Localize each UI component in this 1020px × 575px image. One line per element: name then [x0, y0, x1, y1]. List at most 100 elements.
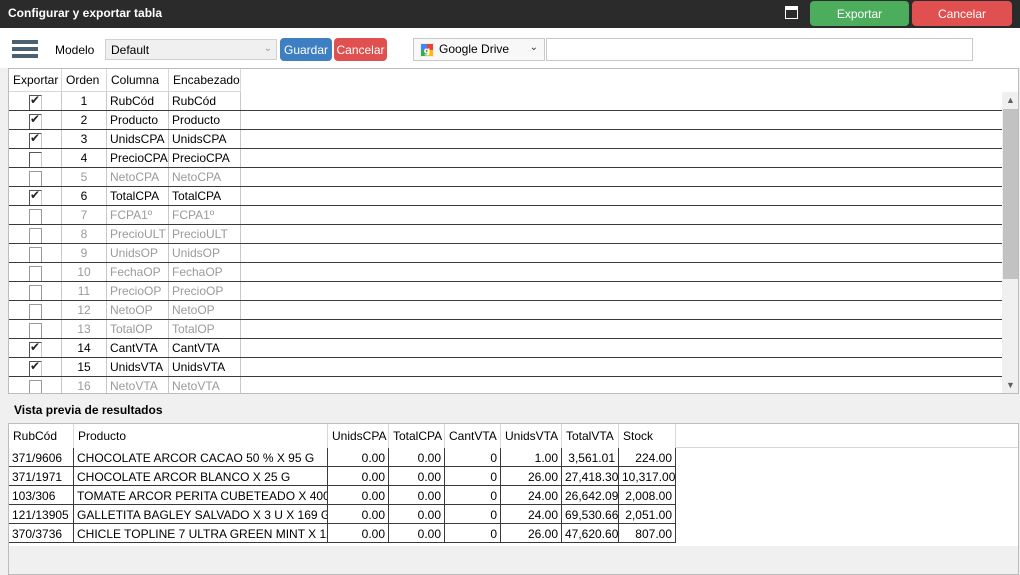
header-orden[interactable]: Orden: [62, 69, 107, 92]
order-cell[interactable]: 11: [62, 282, 107, 300]
header-cell[interactable]: TotalCPA: [169, 187, 241, 205]
order-cell[interactable]: 15: [62, 358, 107, 376]
export-checkbox[interactable]: [29, 247, 42, 262]
maximize-window-icon[interactable]: [785, 6, 798, 19]
export-checkbox[interactable]: [29, 190, 42, 205]
order-cell[interactable]: 8: [62, 225, 107, 243]
header-cell[interactable]: NetoVTA: [169, 377, 241, 393]
config-row[interactable]: 16 NetoVTA NetoVTA: [9, 377, 1002, 393]
header-cell[interactable]: TotalOP: [169, 320, 241, 338]
preview-header-unidsvta[interactable]: UnidsVTA: [501, 424, 562, 448]
export-checkbox[interactable]: [29, 361, 42, 376]
preview-header-totalvta[interactable]: TotalVTA: [562, 424, 619, 448]
modelo-select[interactable]: Default ⌄: [105, 39, 277, 60]
columns-config-grid: Exportar Orden Columna Encabezado 1 RubCó…: [8, 68, 1019, 394]
export-checkbox[interactable]: [29, 304, 42, 319]
preview-header-unidscpa[interactable]: UnidsCPA: [328, 424, 389, 448]
config-row[interactable]: 12 NetoOP NetoOP: [9, 301, 1002, 320]
export-checkbox[interactable]: [29, 209, 42, 224]
table-row[interactable]: 103/306 TOMATE ARCOR PERITA CUBETEADO X 4…: [9, 486, 676, 505]
order-cell[interactable]: 16: [62, 377, 107, 393]
producto-cell: GALLETITA BAGLEY SALVADO X 3 U X 169 G: [74, 505, 328, 524]
config-row[interactable]: 14CantVTACantVTA: [9, 339, 1002, 358]
order-cell[interactable]: 10: [62, 263, 107, 281]
cancel-model-button[interactable]: Cancelar: [334, 38, 387, 61]
config-row[interactable]: 9 UnidsOP UnidsOP: [9, 244, 1002, 263]
title-bar: Configurar y exportar tabla Exportar Can…: [0, 0, 1020, 28]
export-button[interactable]: Exportar: [810, 1, 909, 26]
header-cell[interactable]: RubCód: [169, 92, 241, 110]
config-row[interactable]: 4 PrecioCPA PrecioCPA: [9, 149, 1002, 168]
header-cell[interactable]: PrecioCPA: [169, 149, 241, 167]
table-row[interactable]: 371/1971 CHOCOLATE ARCOR BLANCO X 25 G 0.0…: [9, 467, 676, 486]
config-row[interactable]: 11 PrecioOP PrecioOP: [9, 282, 1002, 301]
header-cell[interactable]: CantVTA: [169, 339, 241, 357]
header-cell[interactable]: UnidsCPA: [169, 130, 241, 148]
header-cell[interactable]: FCPA1º: [169, 206, 241, 224]
order-cell[interactable]: 13: [62, 320, 107, 338]
export-checkbox[interactable]: [29, 266, 42, 281]
header-cell[interactable]: UnidsVTA: [169, 358, 241, 376]
save-model-button[interactable]: Guardar: [280, 38, 332, 61]
export-checkbox[interactable]: [29, 342, 42, 357]
order-cell[interactable]: 12: [62, 301, 107, 319]
preview-header-cantvta[interactable]: CantVTA: [445, 424, 501, 448]
header-cell[interactable]: PrecioULT: [169, 225, 241, 243]
header-cell[interactable]: UnidsOP: [169, 244, 241, 262]
order-cell[interactable]: 14: [62, 339, 107, 357]
config-row[interactable]: 13 TotalOP TotalOP: [9, 320, 1002, 339]
config-row[interactable]: 15UnidsVTAUnidsVTA: [9, 358, 1002, 377]
header-cell[interactable]: NetoOP: [169, 301, 241, 319]
preview-header-producto[interactable]: Producto: [74, 424, 328, 448]
order-cell[interactable]: 1: [62, 92, 107, 110]
header-cell[interactable]: Producto: [169, 111, 241, 129]
producto-cell: CHICLE TOPLINE 7 ULTRA GREEN MINT X 12 U: [74, 524, 328, 543]
order-cell[interactable]: 3: [62, 130, 107, 148]
cancel-export-button[interactable]: Cancelar: [912, 1, 1012, 26]
order-cell[interactable]: 9: [62, 244, 107, 262]
scroll-thumb[interactable]: [1003, 109, 1018, 279]
preview-header-rubcod[interactable]: RubCód: [9, 424, 74, 448]
scroll-down-icon[interactable]: ▼: [1002, 377, 1018, 393]
destination-select[interactable]: g Google Drive ⌄: [413, 38, 545, 61]
destination-path-input[interactable]: [546, 38, 973, 61]
scroll-up-icon[interactable]: ▲: [1002, 92, 1018, 109]
table-row[interactable]: 370/3736 CHICLE TOPLINE 7 ULTRA GREEN MIN…: [9, 524, 676, 543]
export-checkbox[interactable]: [29, 133, 42, 148]
export-checkbox[interactable]: [29, 323, 42, 338]
config-row[interactable]: 10 FechaOP FechaOP: [9, 263, 1002, 282]
export-checkbox[interactable]: [29, 228, 42, 243]
config-row[interactable]: 5 NetoCPA NetoCPA: [9, 168, 1002, 187]
config-grid-scrollbar[interactable]: ▲ ▼: [1002, 92, 1018, 393]
header-exportar[interactable]: Exportar: [9, 69, 62, 92]
export-checkbox[interactable]: [29, 171, 42, 186]
header-cell[interactable]: FechaOP: [169, 263, 241, 281]
export-checkbox[interactable]: [29, 95, 42, 110]
config-row[interactable]: 3UnidsCPAUnidsCPA: [9, 130, 1002, 149]
config-row[interactable]: 7 FCPA1º FCPA1º: [9, 206, 1002, 225]
preview-header-stock[interactable]: Stock: [619, 424, 676, 448]
config-row[interactable]: 2ProductoProducto: [9, 111, 1002, 130]
export-checkbox[interactable]: [29, 285, 42, 300]
row-filler: [241, 244, 1002, 262]
config-row[interactable]: 1RubCódRubCód: [9, 92, 1002, 111]
export-checkbox[interactable]: [29, 380, 42, 393]
order-cell[interactable]: 7: [62, 206, 107, 224]
table-row[interactable]: 371/9606 CHOCOLATE ARCOR CACAO 50 % X 95 …: [9, 448, 676, 467]
header-columna[interactable]: Columna: [107, 69, 169, 92]
header-cell[interactable]: PrecioOP: [169, 282, 241, 300]
totalcpa-cell: 0.00: [389, 505, 445, 524]
hamburger-list-icon[interactable]: [12, 40, 38, 58]
order-cell[interactable]: 6: [62, 187, 107, 205]
export-checkbox[interactable]: [29, 114, 42, 129]
preview-header-totalcpa[interactable]: TotalCPA: [389, 424, 445, 448]
config-row[interactable]: 6TotalCPATotalCPA: [9, 187, 1002, 206]
header-cell[interactable]: NetoCPA: [169, 168, 241, 186]
order-cell[interactable]: 4: [62, 149, 107, 167]
order-cell[interactable]: 5: [62, 168, 107, 186]
config-row[interactable]: 8 PrecioULT PrecioULT: [9, 225, 1002, 244]
export-checkbox[interactable]: [29, 152, 42, 167]
header-encabezado[interactable]: Encabezado: [169, 69, 241, 92]
table-row[interactable]: 121/13905 GALLETITA BAGLEY SALVADO X 3 U …: [9, 505, 676, 524]
order-cell[interactable]: 2: [62, 111, 107, 129]
